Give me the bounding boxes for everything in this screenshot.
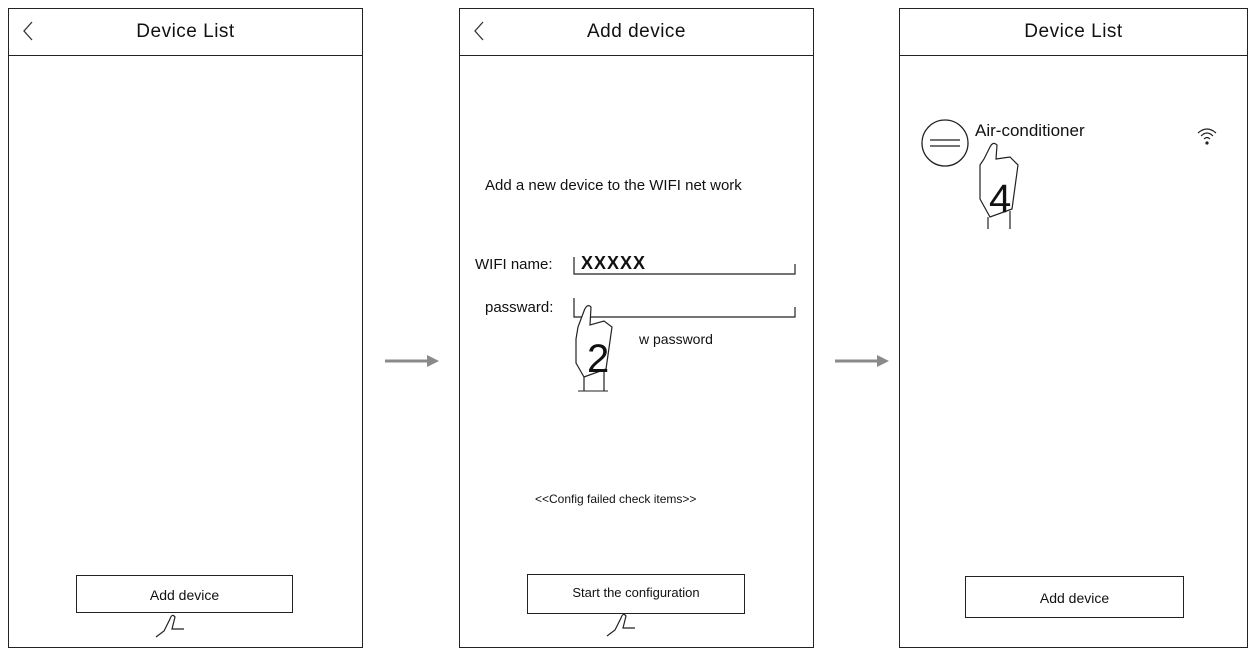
pointing-hand-icon	[155, 614, 184, 638]
config-failed-link[interactable]: <<Config failed check items>>	[535, 492, 696, 506]
wifi-name-underline	[573, 257, 796, 275]
instruction-text: Add a new device to the WIFI net work	[485, 177, 742, 194]
screen-device-list-added: Device List Air-conditioner 4 Add device	[899, 8, 1248, 648]
pointing-hand-icon	[979, 142, 1019, 229]
screen-device-list-empty: Device List Add device	[8, 8, 363, 648]
page-title: Add device	[586, 21, 686, 42]
title-bar: Add device	[460, 9, 813, 56]
password-label: passward:	[485, 299, 554, 316]
wifi-name-label: WIFI name:	[475, 256, 553, 273]
screen-add-device: Add device Add a new device to the WIFI …	[459, 8, 814, 648]
pointing-hand-icon	[606, 613, 635, 637]
air-conditioner-icon	[921, 119, 969, 167]
wifi-signal-icon	[1197, 128, 1217, 145]
page-title: Device List	[136, 21, 235, 42]
page-title: Device List	[1024, 21, 1123, 42]
title-bar: Device List	[900, 9, 1247, 56]
right-arrow-icon	[835, 355, 889, 367]
right-arrow-icon	[385, 355, 439, 367]
step-number-2: 2	[587, 337, 610, 381]
step-number-4: 4	[989, 177, 1012, 221]
add-device-button[interactable]: Add device	[965, 576, 1184, 618]
title-bar: Device List	[9, 9, 362, 56]
